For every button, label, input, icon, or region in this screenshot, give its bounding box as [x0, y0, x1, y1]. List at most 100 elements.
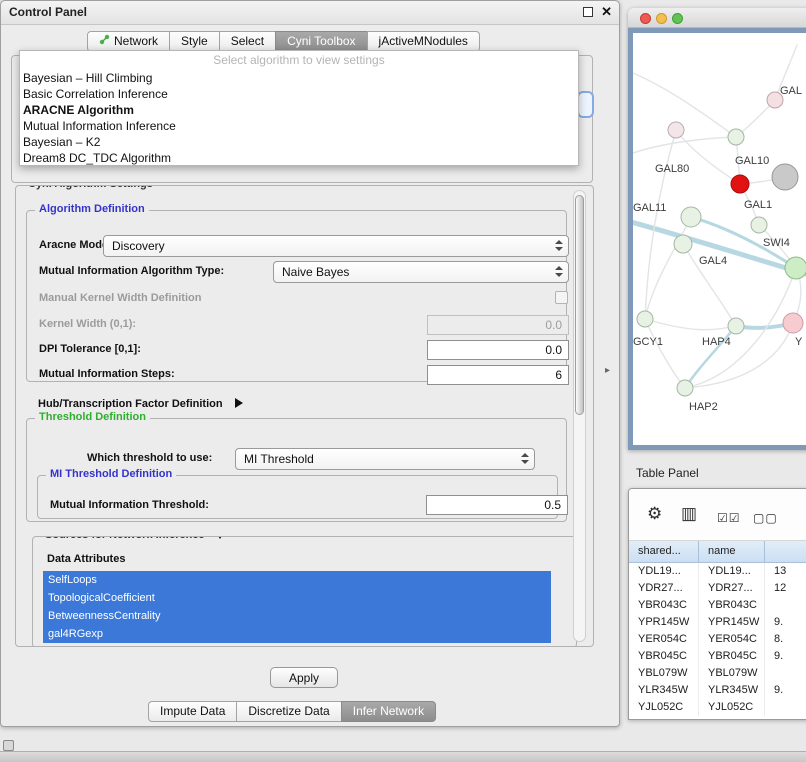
network-window-titlebar[interactable] — [628, 8, 806, 28]
tab-network[interactable]: Network — [87, 31, 170, 52]
manual-kernel-checkbox[interactable] — [555, 291, 568, 304]
settings-scrollbar-thumb[interactable] — [575, 195, 584, 415]
table-header-row: shared...name — [629, 541, 806, 563]
attribute-item-betweennesscentrality[interactable]: BetweennessCentrality — [43, 607, 551, 625]
network-canvas[interactable]: GALGAL10GAL80GAL11GAL1SWI4GAL4GCY1HAP4YH… — [633, 33, 806, 445]
node-label-hap4: HAP4 — [702, 336, 731, 348]
network-node[interactable] — [674, 235, 692, 253]
algorithm-option-dream8-dc-tdc-algorithm[interactable]: Dream8 DC_TDC Algorithm — [20, 150, 578, 166]
tab-select[interactable]: Select — [219, 31, 276, 52]
network-node[interactable] — [681, 207, 701, 227]
algorithm-option-basic-correlation-inference[interactable]: Basic Correlation Inference — [20, 86, 578, 102]
aracne-mode-label: Aracne Mode: — [39, 239, 112, 251]
network-node[interactable] — [731, 175, 749, 193]
network-node[interactable] — [637, 311, 653, 327]
tab-impute-data[interactable]: Impute Data — [148, 701, 237, 722]
algorithm-option-aracne-algorithm[interactable]: ARACNE Algorithm — [20, 102, 578, 118]
algorithm-option-bayesian-hill-climbing[interactable]: Bayesian – Hill Climbing — [20, 70, 578, 86]
mi-threshold-label: Mutual Information Threshold: — [50, 499, 209, 511]
column-header-shared[interactable]: shared... — [629, 541, 699, 563]
settings-group-title: Cyni Algorithm Settings — [24, 185, 157, 190]
algorithm-option-bayesian-k2[interactable]: Bayesian – K2 — [20, 134, 578, 150]
mi-type-select[interactable]: Naive Bayes — [273, 261, 569, 283]
hide-columns-icon[interactable]: ▢▢ — [753, 507, 778, 529]
combo-spinner-icon — [555, 240, 563, 251]
tab-discretize-data[interactable]: Discretize Data — [236, 701, 341, 722]
settings-scrollbar[interactable] — [573, 190, 586, 642]
window-title: Control Panel — [9, 5, 87, 19]
table-row[interactable]: YBR043CYBR043C — [629, 597, 806, 614]
tab-cyni-toolbox[interactable]: Cyni Toolbox — [275, 31, 367, 52]
tab-infer-network[interactable]: Infer Network — [341, 701, 436, 722]
column-layout-icon[interactable]: ▥ — [681, 503, 697, 525]
table-row[interactable]: YJL052CYJL052C — [629, 699, 806, 716]
column-header-name[interactable]: name — [699, 541, 765, 563]
sources-header[interactable]: Sources for Network Inference — [41, 536, 229, 541]
network-edge — [633, 73, 736, 137]
attribute-item-topologicalcoefficient[interactable]: TopologicalCoefficient — [43, 589, 551, 607]
node-label-gal10: GAL10 — [735, 155, 769, 167]
network-node[interactable] — [751, 217, 767, 233]
table-cell — [765, 699, 806, 716]
table-row[interactable]: YBL079WYBL079W — [629, 665, 806, 682]
tab-style[interactable]: Style — [169, 31, 220, 52]
mi-steps-label: Mutual Information Steps: — [39, 368, 175, 380]
network-view-window: GALGAL10GAL80GAL11GAL1SWI4GAL4GCY1HAP4YH… — [628, 8, 806, 450]
table-cell — [765, 597, 806, 614]
network-view-frame: GALGAL10GAL80GAL11GAL1SWI4GAL4GCY1HAP4YH… — [628, 28, 806, 450]
column-header-extra[interactable] — [765, 541, 806, 563]
table-row[interactable]: YER054CYER054C8. — [629, 631, 806, 648]
algorithm-option-mutual-information-inference[interactable]: Mutual Information Inference — [20, 118, 578, 134]
tab-network-label: Network — [114, 32, 158, 51]
maximize-icon[interactable] — [583, 7, 593, 17]
table-cell: YDR27... — [699, 580, 765, 597]
tab-infer-network-label: Infer Network — [353, 702, 424, 721]
table-row[interactable]: YDL19...YDL19...13 — [629, 563, 806, 580]
table-panel-window: ⚙▥☑☑▢▢ shared...name YDL19...YDL19...13Y… — [628, 488, 806, 720]
mi-steps-field[interactable]: 6 — [427, 365, 569, 385]
control-panel-titlebar[interactable]: Control Panel ✕ — [1, 1, 619, 25]
table-row[interactable]: YPR145WYPR145W9. — [629, 614, 806, 631]
expand-arrow-icon — [235, 398, 243, 408]
tab-jactivemnodules-label: jActiveMNodules — [379, 32, 468, 51]
mi-threshold-field[interactable]: 0.5 — [426, 495, 568, 515]
table-row[interactable]: YLR345WYLR345W9. — [629, 682, 806, 699]
table-cell: YPR145W — [699, 614, 765, 631]
network-node[interactable] — [728, 129, 744, 145]
help-button[interactable] — [577, 91, 594, 118]
apply-button[interactable]: Apply — [270, 667, 338, 688]
attribute-item-gal4rgexp[interactable]: gal4RGexp — [43, 625, 551, 643]
table-panel-title: Table Panel — [636, 466, 699, 480]
network-node[interactable] — [668, 122, 684, 138]
bottom-status-bar — [0, 751, 806, 762]
close-traffic-light-icon[interactable] — [640, 13, 651, 24]
network-node[interactable] — [783, 313, 803, 333]
close-icon[interactable]: ✕ — [601, 4, 612, 20]
sources-group: Sources for Network Inference Data Attri… — [32, 536, 577, 647]
node-label-gal80: GAL80 — [655, 163, 689, 175]
network-node[interactable] — [728, 318, 744, 334]
tab-discretize-data-label: Discretize Data — [248, 702, 329, 721]
which-threshold-select[interactable]: MI Threshold — [235, 448, 535, 470]
dpi-tolerance-field[interactable]: 0.0 — [427, 340, 569, 360]
aracne-mode-select[interactable]: Discovery — [103, 235, 569, 257]
network-node[interactable] — [785, 257, 806, 279]
show-columns-icon[interactable]: ☑☑ — [717, 507, 741, 529]
network-node[interactable] — [772, 164, 798, 190]
splitter-collapse-icon[interactable]: ▸ — [605, 365, 610, 376]
zoom-traffic-light-icon[interactable] — [672, 13, 683, 24]
combo-spinner-icon — [521, 453, 529, 464]
network-node[interactable] — [677, 380, 693, 396]
table-cell: YBR043C — [699, 597, 765, 614]
table-cell: YLR345W — [699, 682, 765, 699]
table-row[interactable]: YDR27...YDR27...12 — [629, 580, 806, 597]
attribute-item-selfloops[interactable]: SelfLoops — [43, 571, 551, 589]
tab-jactivemnodules[interactable]: jActiveMNodules — [367, 31, 480, 52]
tab-impute-data-label: Impute Data — [160, 702, 225, 721]
hub-definition-header[interactable]: Hub/Transcription Factor Definition — [38, 394, 243, 412]
minimize-traffic-light-icon[interactable] — [656, 13, 667, 24]
settings-gear-icon[interactable]: ⚙ — [647, 503, 662, 525]
node-label-gal4: GAL4 — [699, 255, 727, 267]
panel-corner-icon[interactable] — [3, 740, 14, 751]
table-row[interactable]: YBR045CYBR045C9. — [629, 648, 806, 665]
